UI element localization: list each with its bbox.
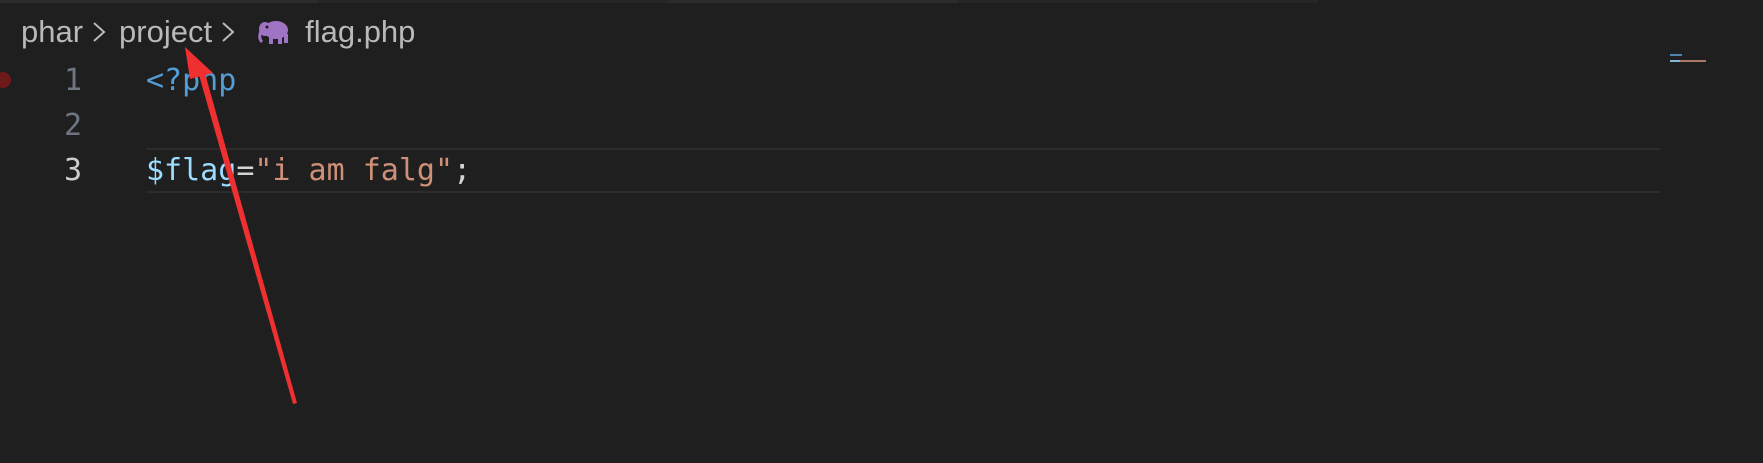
tab-strip-edge <box>958 0 1318 3</box>
semicolon-token: ; <box>453 153 472 188</box>
code-area[interactable]: 1 <?php 2 3 $flag="i am falg"; <box>0 58 1763 193</box>
minimap[interactable] <box>1670 52 1750 92</box>
line-text: <?php <box>146 58 236 103</box>
breadcrumb: phar project flag.php <box>21 8 415 56</box>
line-number: 1 <box>63 63 82 98</box>
string-token: "i am falg" <box>254 153 454 188</box>
breadcrumb-item-project[interactable]: project <box>119 14 212 50</box>
line-number: 3 <box>63 153 82 188</box>
variable-token: $flag <box>146 153 237 188</box>
code-line[interactable]: 2 <box>0 103 1763 148</box>
breadcrumb-item-phar[interactable]: phar <box>21 14 83 50</box>
code-line[interactable]: 1 <?php <box>0 58 1763 103</box>
operator-token: = <box>236 153 255 188</box>
chevron-right-icon <box>222 22 235 42</box>
chevron-right-icon <box>93 22 106 42</box>
tab-strip-edge <box>0 0 318 3</box>
php-open-tag: <?php <box>146 63 237 98</box>
code-editor: phar project flag.php 1 <?php 2 3 $flag=… <box>0 0 1763 463</box>
line-text: $flag="i am falg"; <box>146 148 471 193</box>
php-elephant-icon <box>258 21 289 44</box>
breadcrumb-item-file[interactable]: flag.php <box>305 14 415 50</box>
tab-strip-edge <box>668 0 958 3</box>
tab-strip-edge <box>318 0 668 3</box>
line-number: 2 <box>63 108 82 143</box>
code-line-current[interactable]: 3 $flag="i am falg"; <box>0 148 1763 193</box>
breakpoint-indicator[interactable] <box>0 72 11 88</box>
